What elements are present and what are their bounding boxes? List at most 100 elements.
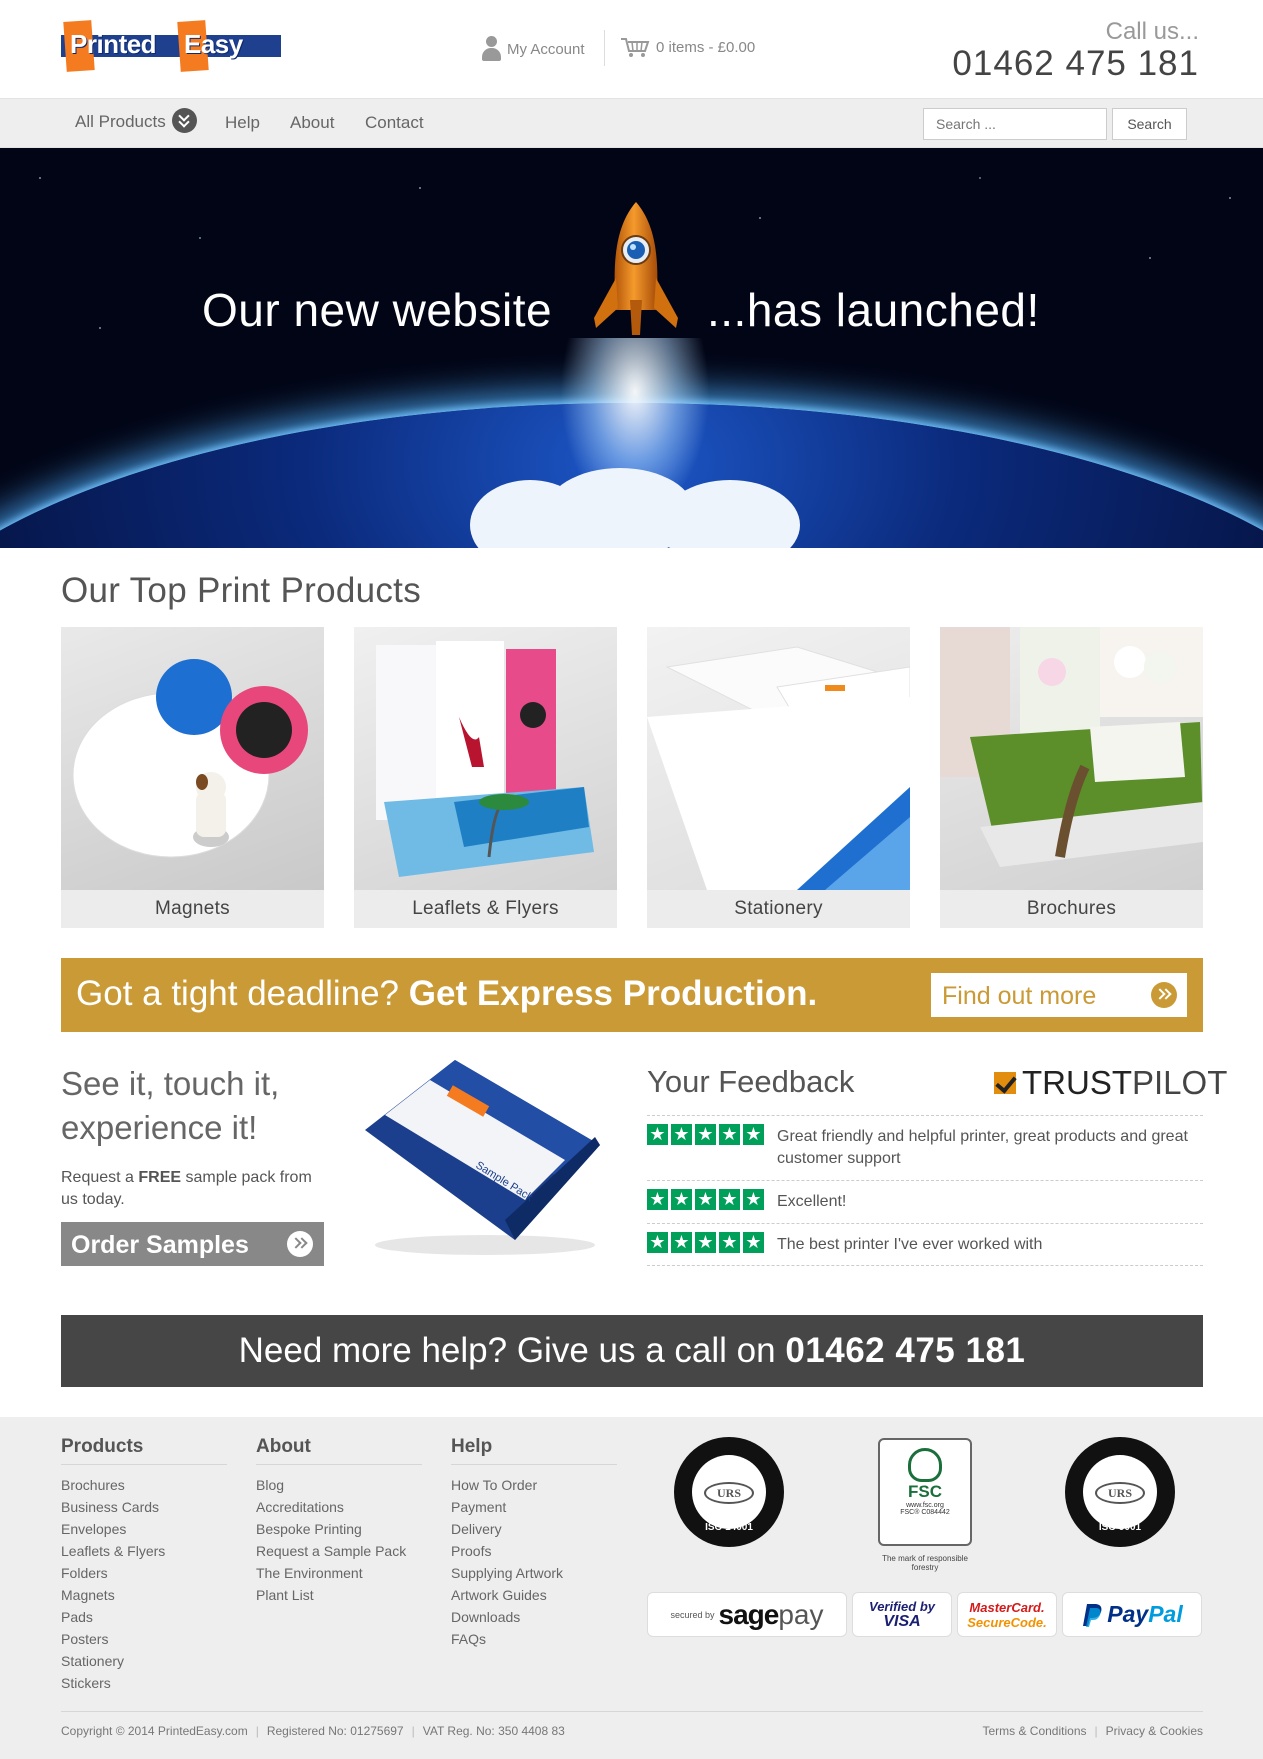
feedback-title: Your Feedback [647,1064,855,1099]
footer-link[interactable]: Pads [61,1606,227,1628]
star-icon [743,1189,764,1210]
samples-title-line1: See it, touch it, [61,1065,280,1102]
search-input[interactable] [923,108,1107,140]
star-icon [695,1124,716,1145]
fsc-badge: FSC www.fsc.org FSC® C084442 [878,1438,972,1546]
samples-text-before: Request a [61,1169,139,1186]
privacy-link[interactable]: Privacy & Cookies [1087,1724,1204,1738]
footer-link[interactable]: Delivery [451,1518,617,1540]
terms-link[interactable]: Terms & Conditions [982,1724,1086,1738]
footer-link[interactable]: Request a Sample Pack [256,1540,422,1562]
product-caption: Leaflets & Flyers [354,890,617,928]
sample-pack-image: Sample Pack [365,1060,600,1255]
star-icon [695,1232,716,1253]
product-card-stationery[interactable]: Stationery [647,627,910,928]
star-icon [743,1232,764,1253]
call-us-label: Call us... [1105,18,1199,45]
footer-link[interactable]: Brochures [61,1474,227,1496]
star-icon [719,1124,740,1145]
paypal-word-b: Pal [1148,1601,1183,1627]
hero-text-right: ...has launched! [707,284,1040,336]
footer-link[interactable]: Supplying Artwork [451,1562,617,1584]
footer-link[interactable]: Plant List [256,1584,422,1606]
footer-column-title: About [256,1436,422,1465]
nav-contact[interactable]: Contact [365,113,424,133]
footer-link[interactable]: FAQs [451,1628,617,1650]
basket-icon [621,38,650,57]
footer-link[interactable]: Blog [256,1474,422,1496]
order-samples-button[interactable]: Order Samples [61,1222,324,1266]
star-icon [671,1232,692,1253]
footer-link[interactable]: Stickers [61,1672,227,1694]
header-divider [604,30,605,66]
mc-line1: MasterCard. [969,1599,1045,1615]
product-card-brochures[interactable]: Brochures [940,627,1203,928]
review-row: Excellent! [647,1180,1203,1223]
iso-14001-badge: URS ISO 14001 [674,1437,784,1547]
trustpilot-word-b: PILOT [1132,1064,1228,1101]
express-bold: Get Express Production. [408,974,818,1013]
paypal-word-a: Pay [1107,1601,1149,1627]
footer-link[interactable]: Accreditations [256,1496,422,1518]
footer-link[interactable]: Artwork Guides [451,1584,617,1606]
find-out-more-button[interactable]: Find out more [931,973,1187,1017]
section-title-products: Our Top Print Products [61,571,422,610]
footer-copyright-bar: Copyright © 2014 PrintedEasy.comRegister… [61,1711,1203,1738]
review-row: Great friendly and helpful printer, grea… [647,1115,1203,1180]
samples-text-free: FREE [138,1169,182,1186]
footer-link[interactable]: Envelopes [61,1518,227,1540]
fsc-tree-icon [908,1448,942,1482]
star-icon [695,1189,716,1210]
footer-link[interactable]: Folders [61,1562,227,1584]
footer-column-title: Help [451,1436,617,1465]
cart-link[interactable]: 0 items - £0.00 [620,36,755,58]
sagepay-prefix: secured by [670,1609,715,1620]
star-icon [671,1189,692,1210]
trustpilot-word-a: TRUST [1022,1064,1132,1101]
product-image [354,627,617,890]
footer-link[interactable]: Leaflets & Flyers [61,1540,227,1562]
nav-help[interactable]: Help [225,113,260,133]
trustpilot-logo[interactable]: TRUSTPILOT [994,1064,1227,1102]
my-account-link[interactable]: My Account [481,36,585,62]
product-card-magnets[interactable]: Magnets [61,627,324,928]
fsc-code: FSC® C084442 [900,1509,950,1516]
nav-all-products[interactable]: All Products [75,108,197,135]
urs-text: URS [1095,1482,1145,1504]
footer-link[interactable]: How To Order [451,1474,617,1496]
footer-link[interactable]: Posters [61,1628,227,1650]
search-button[interactable]: Search [1112,108,1187,140]
call-us-block: Call us... 01462 475 181 [952,18,1199,84]
logo-word-easy: Easy [184,29,243,59]
fsc-caption: The mark of responsible forestry [882,1554,968,1572]
footer-link[interactable]: Proofs [451,1540,617,1562]
product-card-leaflets-flyers[interactable]: Leaflets & Flyers [354,627,617,928]
footer-help-column: Help How To Order Payment Delivery Proof… [451,1436,617,1650]
product-image [647,627,910,890]
copyright-text: Copyright © 2014 PrintedEasy.com [61,1724,248,1738]
footer-link[interactable]: Business Cards [61,1496,227,1518]
double-chevron-right-icon [1151,982,1177,1008]
footer-link[interactable]: Payment [451,1496,617,1518]
footer-link[interactable]: Downloads [451,1606,617,1628]
footer-link[interactable]: Bespoke Printing [256,1518,422,1540]
footer-link[interactable]: Stationery [61,1650,227,1672]
find-out-more-label: Find out more [942,982,1097,1010]
star-icon [647,1189,668,1210]
footer-link[interactable]: The Environment [256,1562,422,1584]
registered-number: Registered No: 01275697 [248,1724,404,1738]
site-logo[interactable]: Printed Easy [61,20,281,72]
nav-about[interactable]: About [290,113,334,133]
leaflets-illustration [376,641,594,877]
star-icon [671,1124,692,1145]
urs-seal-icon: URS ISO 14001 [674,1437,784,1547]
sagepay-logo: secured by sage pay [647,1592,847,1637]
hero-banner[interactable]: Our new website ...has launched! [0,148,1263,548]
footer-link[interactable]: Magnets [61,1584,227,1606]
user-icon [481,36,501,62]
review-text: Excellent! [777,1193,847,1210]
help-banner-number[interactable]: 01462 475 181 [785,1331,1025,1370]
samples-description: Request a FREE sample pack from us today… [61,1167,321,1211]
call-us-number[interactable]: 01462 475 181 [952,44,1199,84]
urs-seal-icon: URS ISO 9001 [1065,1437,1175,1547]
